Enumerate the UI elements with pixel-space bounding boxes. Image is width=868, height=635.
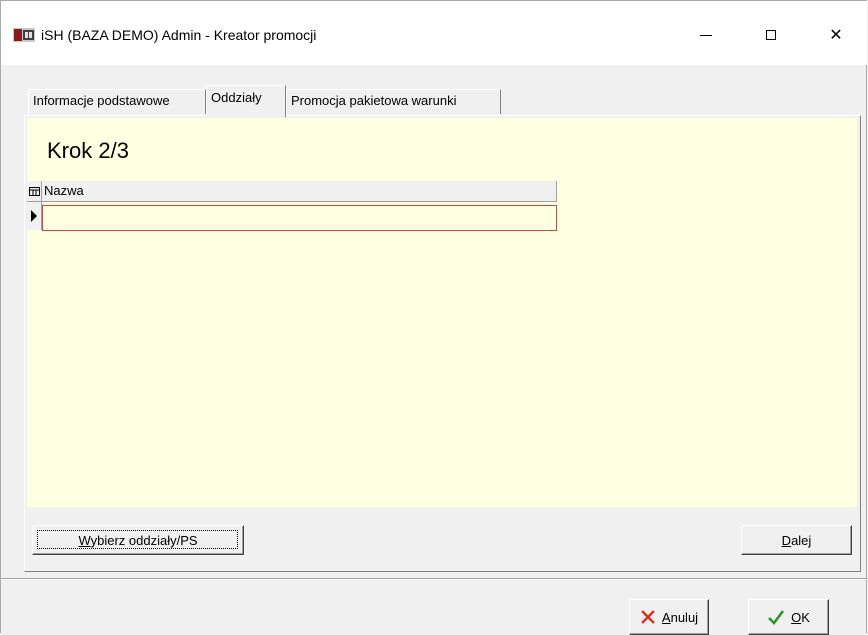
grid-corner[interactable] <box>27 181 42 202</box>
row-indicator[interactable] <box>27 202 42 230</box>
button-label: Anuluj <box>661 609 699 625</box>
footer-separator <box>1 578 867 580</box>
minimize-button[interactable] <box>683 18 729 52</box>
tab-oddzialy[interactable]: Oddziały <box>206 85 286 117</box>
minimize-icon <box>700 34 712 36</box>
anuluj-button[interactable]: Anuluj <box>629 599 709 635</box>
window-title: iSH (BAZA DEMO) Admin - Kreator promocji <box>41 27 317 43</box>
tab-promocja-pakietowa-warunki[interactable]: Promocja pakietowa warunki <box>286 89 501 114</box>
tab-label: Oddziały <box>211 90 262 105</box>
check-icon <box>768 610 785 625</box>
maximize-icon <box>766 30 776 40</box>
title-bar[interactable]: iSH (BAZA DEMO) Admin - Kreator promocji… <box>1 1 867 65</box>
focus-ring <box>37 530 238 549</box>
column-header-nazwa[interactable]: Nazwa <box>42 181 557 202</box>
tab-label: Promocja pakietowa warunki <box>291 93 457 108</box>
app-window: iSH (BAZA DEMO) Admin - Kreator promocji… <box>0 0 867 635</box>
tab-label: Informacje podstawowe <box>33 93 170 108</box>
x-icon <box>641 610 655 624</box>
grid-icon <box>29 187 40 196</box>
ok-button[interactable]: OK <box>748 599 829 635</box>
wybierz-oddzialy-button[interactable]: Wybierz oddziały/PS <box>32 525 244 555</box>
close-button[interactable]: ✕ <box>813 18 859 52</box>
dalej-button[interactable]: Dalej <box>741 525 852 555</box>
cell-nazwa[interactable] <box>42 205 557 231</box>
button-label: OK <box>791 609 810 625</box>
step-title: Krok 2/3 <box>47 138 129 163</box>
button-label: Dalej <box>781 532 812 548</box>
close-icon: ✕ <box>829 27 843 44</box>
content-area <box>27 118 857 507</box>
maximize-button[interactable] <box>748 18 794 52</box>
row-pointer-icon <box>31 210 37 222</box>
tab-informacje-podstawowe[interactable]: Informacje podstawowe <box>28 89 206 114</box>
app-logo-icon <box>13 28 35 42</box>
